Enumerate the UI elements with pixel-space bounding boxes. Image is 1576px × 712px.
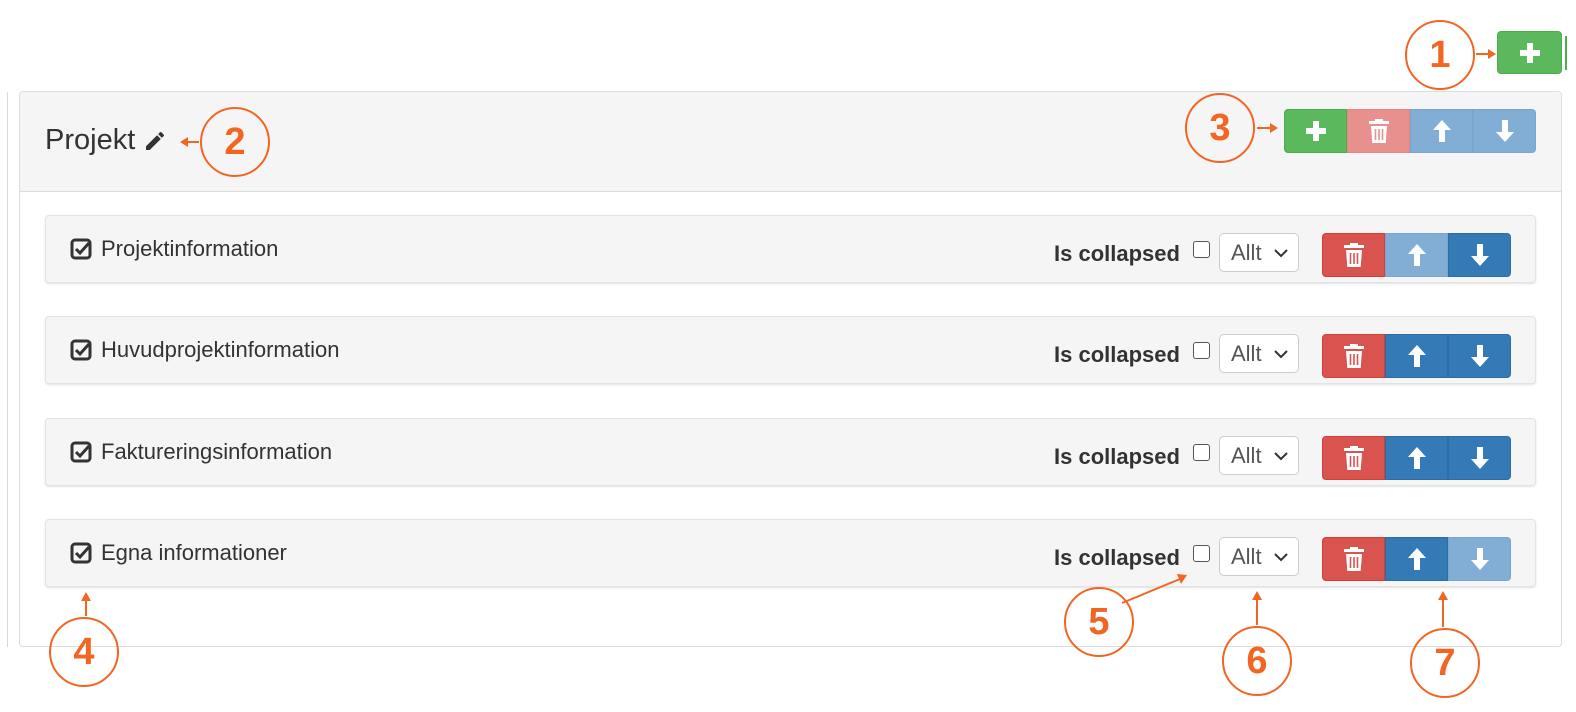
- arrow-up-icon: [1407, 447, 1426, 469]
- add-panel-button[interactable]: [1497, 31, 1562, 74]
- checkbox-checked-icon[interactable]: [70, 441, 92, 463]
- section-title: Egna informationer: [70, 540, 287, 566]
- trash-icon: [1343, 446, 1364, 470]
- section-row: Projektinformation Is collapsed Allt: [45, 215, 1536, 283]
- delete-section-button[interactable]: [1322, 233, 1385, 277]
- callout-5: 5: [1064, 587, 1134, 657]
- delete-panel-button[interactable]: [1347, 109, 1410, 153]
- checkbox-checked-icon[interactable]: [70, 339, 92, 361]
- section-row: Faktureringsinformation Is collapsed All…: [45, 418, 1536, 486]
- section-action-group: [1322, 233, 1511, 277]
- is-collapsed-checkbox[interactable]: [1193, 444, 1210, 461]
- adjacent-button-edge: [1565, 36, 1567, 70]
- trash-icon: [1343, 243, 1364, 267]
- pencil-icon[interactable]: [143, 129, 167, 153]
- plus-icon: [1519, 42, 1540, 63]
- visibility-select-value: Allt: [1231, 543, 1262, 569]
- callout-7: 7: [1410, 628, 1480, 698]
- plus-icon: [1305, 121, 1326, 141]
- arrow-up-icon: [1407, 244, 1426, 266]
- arrow-down-icon: [1470, 447, 1489, 469]
- checkbox-checked-icon[interactable]: [70, 238, 92, 260]
- arrow-up-icon: [1407, 345, 1426, 367]
- delete-section-button[interactable]: [1322, 334, 1385, 378]
- callout-6: 6: [1222, 626, 1292, 696]
- is-collapsed-label: Is collapsed: [1054, 444, 1180, 469]
- chevron-down-icon: [1274, 349, 1288, 359]
- section-title-text: Projektinformation: [101, 236, 279, 261]
- arrow-down-icon: [1495, 120, 1514, 142]
- checkbox-checked-icon[interactable]: [70, 542, 92, 564]
- is-collapsed-label: Is collapsed: [1054, 241, 1180, 266]
- visibility-select[interactable]: Allt: [1219, 436, 1299, 475]
- left-divider: [7, 92, 8, 647]
- section-title: Faktureringsinformation: [70, 439, 332, 465]
- move-section-up-button[interactable]: [1385, 334, 1448, 378]
- move-section-up-button[interactable]: [1385, 436, 1448, 480]
- move-section-down-button[interactable]: [1448, 436, 1511, 480]
- panel-title-text: Projekt: [45, 124, 136, 156]
- trash-icon: [1343, 344, 1364, 368]
- section-title-text: Faktureringsinformation: [101, 439, 333, 464]
- visibility-select-value: Allt: [1231, 239, 1262, 265]
- move-section-down-button[interactable]: [1448, 537, 1511, 581]
- delete-section-button[interactable]: [1322, 436, 1385, 480]
- section-title-text: Huvudprojektinformation: [101, 337, 340, 362]
- callout-2: 2: [200, 107, 270, 177]
- is-collapsed-checkbox[interactable]: [1193, 545, 1210, 562]
- section-title-text: Egna informationer: [101, 540, 287, 565]
- visibility-select-value: Allt: [1231, 442, 1262, 468]
- chevron-down-icon: [1274, 552, 1288, 562]
- move-panel-down-button[interactable]: [1473, 109, 1536, 153]
- callout-3: 3: [1185, 93, 1255, 163]
- chevron-down-icon: [1274, 248, 1288, 258]
- callout-1: 1: [1405, 20, 1475, 90]
- callout-4: 4: [49, 617, 119, 687]
- arrow-down-icon: [1470, 548, 1489, 570]
- panel-title: Projekt: [45, 124, 167, 157]
- section-title: Projektinformation: [70, 236, 278, 262]
- section-row: Huvudprojektinformation Is collapsed All…: [45, 316, 1536, 384]
- add-section-button[interactable]: [1284, 109, 1347, 153]
- visibility-select-value: Allt: [1231, 340, 1262, 366]
- delete-section-button[interactable]: [1322, 537, 1385, 581]
- trash-icon: [1368, 119, 1389, 143]
- section-title: Huvudprojektinformation: [70, 337, 339, 363]
- move-section-up-button[interactable]: [1385, 233, 1448, 277]
- arrow-up-icon: [1407, 548, 1426, 570]
- is-collapsed-checkbox[interactable]: [1193, 241, 1210, 258]
- visibility-select[interactable]: Allt: [1219, 233, 1299, 272]
- is-collapsed-label: Is collapsed: [1054, 545, 1180, 570]
- visibility-select[interactable]: Allt: [1219, 334, 1299, 373]
- section-action-group: [1322, 334, 1511, 378]
- move-panel-up-button[interactable]: [1410, 109, 1473, 153]
- projekt-panel: Projekt Projektinformation Is collapsed …: [19, 91, 1562, 647]
- visibility-select[interactable]: Allt: [1219, 537, 1299, 576]
- trash-icon: [1343, 547, 1364, 571]
- is-collapsed-checkbox[interactable]: [1193, 342, 1210, 359]
- move-section-down-button[interactable]: [1448, 334, 1511, 378]
- arrow-up-icon: [1432, 120, 1451, 142]
- section-row: Egna informationer Is collapsed Allt: [45, 519, 1536, 587]
- chevron-down-icon: [1274, 451, 1288, 461]
- panel-action-group: [1284, 109, 1536, 153]
- arrow-down-icon: [1470, 345, 1489, 367]
- move-section-down-button[interactable]: [1448, 233, 1511, 277]
- callout-arrow-1-head: [1488, 49, 1496, 59]
- section-action-group: [1322, 436, 1511, 480]
- section-action-group: [1322, 537, 1511, 581]
- is-collapsed-label: Is collapsed: [1054, 342, 1180, 367]
- move-section-up-button[interactable]: [1385, 537, 1448, 581]
- arrow-down-icon: [1470, 244, 1489, 266]
